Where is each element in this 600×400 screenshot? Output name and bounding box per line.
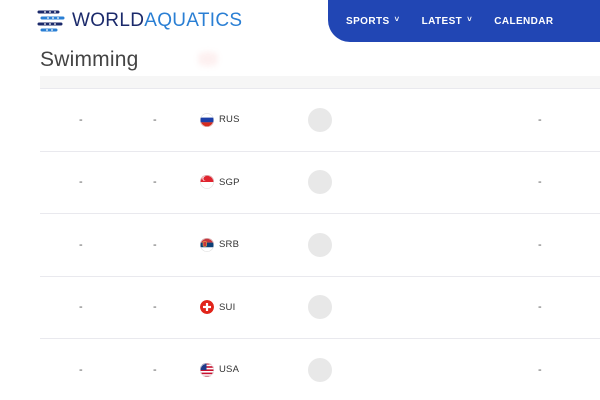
logo-word-world: WORLD: [72, 10, 145, 31]
russia-flag-icon: [200, 112, 214, 127]
country-code: SUI: [219, 301, 236, 313]
table-row[interactable]: - - SUI -: [40, 275, 600, 339]
flag-cell: [200, 152, 214, 214]
country-code: SGP: [219, 176, 240, 188]
table-row[interactable]: - - SGP -: [40, 150, 600, 214]
nav-item-sports[interactable]: SPORTS ˅: [346, 14, 400, 27]
avatar-cell: [308, 214, 332, 276]
cell-dash: -: [538, 238, 542, 251]
world-aquatics-logo-icon: [37, 10, 65, 32]
nav-item-calendar[interactable]: CALENDAR: [494, 16, 553, 27]
cell-dash: -: [79, 363, 83, 376]
serbia-flag-icon: [200, 237, 214, 252]
switzerland-flag-icon: [200, 300, 214, 315]
avatar-cell: [308, 89, 332, 151]
cell-dash: -: [153, 113, 157, 126]
country-code: SRB: [219, 239, 240, 251]
page-title: Swimming: [40, 48, 139, 71]
table-row[interactable]: - - SRB -: [40, 213, 600, 276]
cell-dash: -: [79, 176, 83, 189]
cell-dash: -: [153, 301, 157, 314]
cell-dash: -: [79, 238, 83, 251]
cell-dash: -: [538, 176, 542, 189]
results-table: - - RUS - - - SGP - - - SRB - - - SUI - …: [40, 88, 600, 400]
chevron-down-icon: ˅: [394, 14, 400, 24]
avatar-cell: [308, 277, 332, 339]
chevron-down-icon: ˅: [467, 14, 473, 24]
cell-dash: -: [538, 301, 542, 314]
flag-cell: [200, 89, 214, 151]
nav-item-latest-label: LATEST: [421, 15, 463, 27]
cell-dash: -: [153, 363, 157, 376]
cell-dash: -: [538, 113, 542, 126]
country-code: RUS: [219, 114, 240, 126]
cell-dash: -: [153, 238, 157, 251]
flag-cell: [200, 214, 214, 276]
faded-decoration: [198, 52, 218, 66]
athlete-avatar: [308, 107, 332, 132]
singapore-flag-icon: [200, 175, 214, 190]
avatar-cell: [308, 339, 332, 400]
avatar-cell: [308, 152, 332, 214]
athlete-avatar: [308, 357, 332, 382]
nav-item-calendar-label: CALENDAR: [494, 15, 554, 27]
cell-dash: -: [538, 363, 542, 376]
table-row[interactable]: - - RUS -: [40, 88, 600, 151]
athlete-avatar: [308, 295, 332, 320]
faded-header-row: [40, 76, 600, 88]
cell-dash: -: [79, 301, 83, 314]
main-nav: SPORTS ˅ LATEST ˅ CALENDAR: [328, 0, 600, 42]
site-header: WORLDAQUATICS SPORTS ˅ LATEST ˅ CALENDAR: [0, 0, 600, 42]
cell-dash: -: [153, 176, 157, 189]
logo-word-aquatics: AQUATICS: [144, 10, 243, 31]
athlete-avatar: [308, 170, 332, 195]
flag-cell: [200, 277, 214, 339]
world-aquatics-logo[interactable]: WORLDAQUATICS: [36, 8, 242, 34]
country-code: USA: [219, 364, 240, 376]
table-row[interactable]: - - USA -: [40, 338, 600, 400]
cell-dash: -: [79, 113, 83, 126]
athlete-avatar: [308, 232, 332, 257]
nav-item-sports-label: SPORTS: [346, 15, 390, 27]
usa-flag-icon: [200, 362, 214, 377]
nav-item-latest[interactable]: LATEST ˅: [421, 14, 473, 27]
logo-wordmark: WORLDAQUATICS: [72, 10, 242, 32]
flag-cell: [200, 339, 214, 400]
